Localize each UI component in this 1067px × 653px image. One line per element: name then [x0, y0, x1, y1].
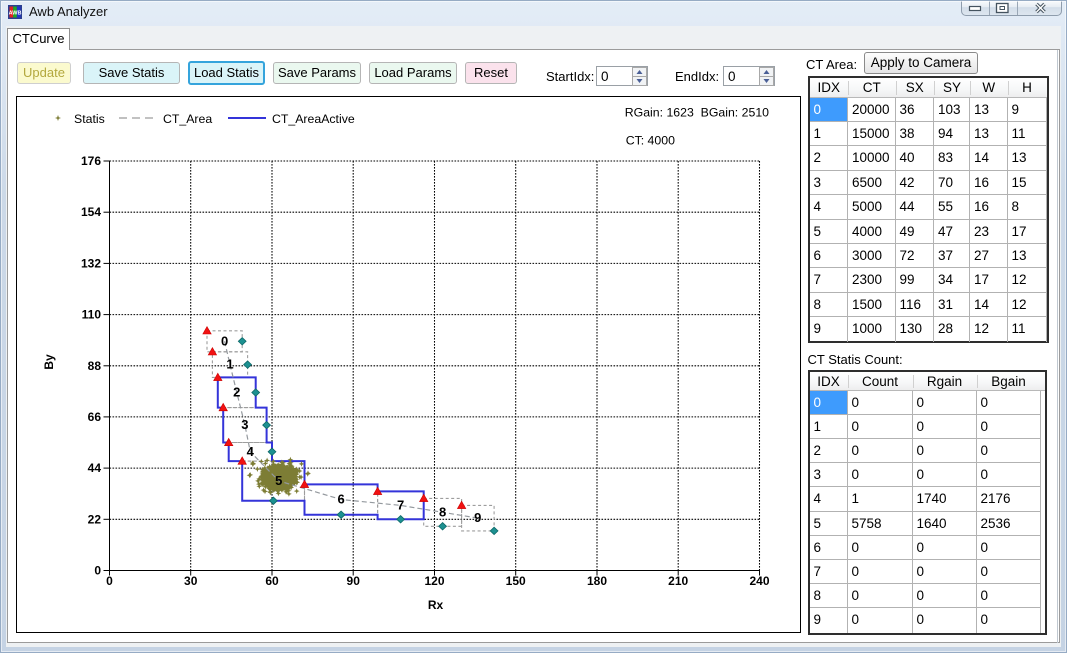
svg-text:90: 90: [347, 574, 361, 588]
svg-text:154: 154: [81, 205, 101, 219]
svg-text:CT_AreaActive: CT_AreaActive: [272, 112, 355, 126]
svg-text:88: 88: [88, 359, 102, 373]
svg-text:2: 2: [233, 385, 240, 400]
svg-text:176: 176: [81, 154, 101, 168]
svg-text:22: 22: [88, 512, 102, 526]
svg-text:0: 0: [106, 574, 113, 588]
svg-text:9: 9: [474, 510, 481, 525]
svg-text:6: 6: [337, 492, 344, 507]
svg-text:0: 0: [94, 564, 101, 578]
svg-text:66: 66: [88, 410, 102, 424]
svg-text:180: 180: [587, 574, 607, 588]
svg-text:8: 8: [439, 504, 446, 519]
svg-text:30: 30: [184, 574, 198, 588]
svg-text:CT_Area: CT_Area: [163, 112, 212, 126]
svg-text:3: 3: [241, 417, 248, 432]
svg-text:Statis: Statis: [74, 112, 105, 126]
svg-text:7: 7: [397, 497, 404, 512]
svg-text:CT: 4000: CT: 4000: [626, 134, 675, 148]
svg-text:5: 5: [275, 473, 282, 488]
svg-text:Rx: Rx: [428, 598, 444, 612]
svg-text:120: 120: [424, 574, 444, 588]
svg-text:132: 132: [81, 256, 101, 270]
svg-text:110: 110: [82, 308, 102, 322]
svg-text:60: 60: [265, 574, 279, 588]
svg-text:44: 44: [88, 461, 102, 475]
svg-text:210: 210: [668, 574, 688, 588]
svg-text:0: 0: [221, 333, 228, 348]
svg-text:4: 4: [247, 444, 255, 459]
svg-text:By: By: [42, 354, 56, 370]
svg-text:1: 1: [226, 357, 233, 372]
svg-text:150: 150: [506, 574, 526, 588]
svg-text:AWB: AWB: [9, 11, 22, 17]
svg-text:240: 240: [749, 574, 769, 588]
svg-text:RGain: 1623 BGain: 2510: RGain: 1623 BGain: 2510: [625, 106, 769, 120]
